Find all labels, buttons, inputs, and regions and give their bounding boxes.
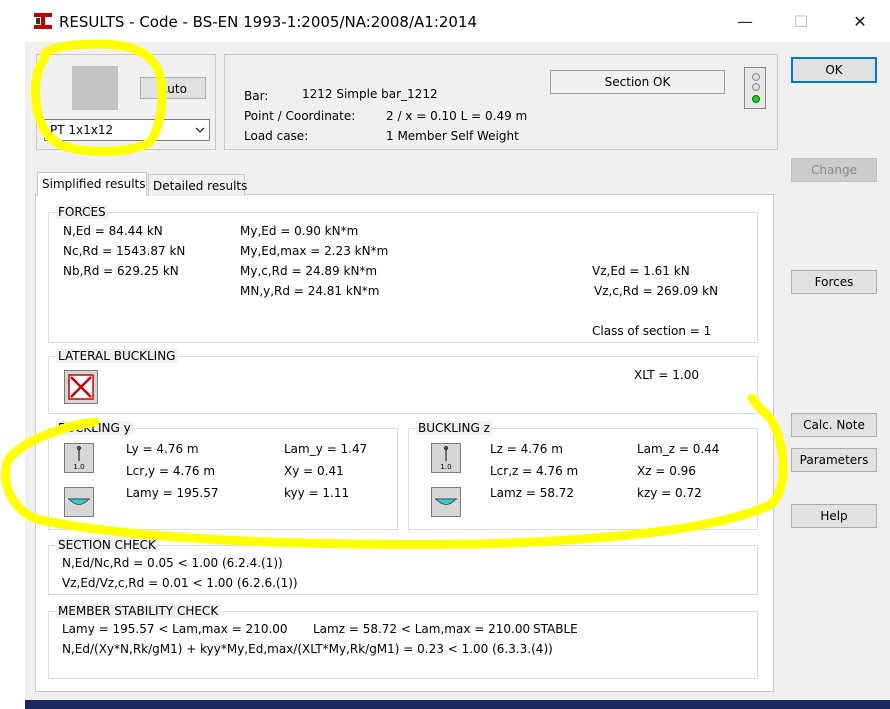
vz-ed: Vz,Ed = 1.61 kN	[592, 264, 690, 278]
section-check-title: SECTION CHECK	[56, 538, 158, 552]
taskbar-edge	[25, 700, 890, 709]
ok-button[interactable]: OK	[791, 57, 877, 83]
point-value: 2 / x = 0.10 L = 0.49 m	[386, 109, 528, 123]
nb-rd: Nb,Rd = 629.25 kN	[63, 264, 179, 278]
section-select-value: PT 1x1x12	[50, 123, 114, 137]
desktop-left-edge	[0, 0, 25, 709]
maximize-button[interactable]: ☐	[786, 10, 816, 34]
load-case-value: 1 Member Self Weight	[386, 129, 519, 143]
stability-check-title: MEMBER STABILITY CHECK	[56, 604, 221, 618]
forces-button[interactable]: Forces	[791, 270, 877, 294]
section-status: Section OK	[550, 70, 725, 94]
tab-detailed-results[interactable]: Detailed results	[148, 174, 247, 196]
section-select[interactable]: PT 1x1x12	[44, 119, 210, 141]
kyy-value: kyy = 1.11	[284, 486, 350, 500]
app-icon	[34, 13, 52, 29]
stability-lamy: Lamy = 195.57 < Lam,max = 210.00	[62, 622, 288, 636]
chevron-down-icon	[195, 127, 205, 133]
lateral-buckling-off-icon[interactable]	[64, 370, 98, 404]
my-ed-max: My,Ed,max = 2.23 kN*m	[240, 244, 389, 258]
lcr-y-value: Lcr,y = 4.76 m	[126, 464, 216, 478]
lam-z-rel-value: Lam_z = 0.44	[637, 442, 720, 456]
window-title: RESULTS - Code - BS-EN 1993-1:2005/NA:20…	[59, 13, 478, 31]
buckling-z-title: BUCKLING z	[416, 421, 492, 435]
stability-status: STABLE	[533, 622, 578, 636]
svg-text:1.0: 1.0	[73, 463, 84, 471]
change-button[interactable]: Change	[791, 158, 877, 182]
point-label: Point / Coordinate:	[244, 109, 356, 123]
load-case-label: Load case:	[244, 129, 309, 143]
lz-value: Lz = 4.76 m	[490, 442, 563, 456]
bar-value: 1212 Simple bar_1212	[302, 87, 438, 101]
status-light-icon	[744, 67, 766, 109]
close-button[interactable]: ✕	[845, 10, 875, 34]
section-check-line-1: N,Ed/Nc,Rd = 0.05 < 1.00 (6.2.4.(1))	[62, 556, 283, 570]
xz-value: Xz = 0.96	[637, 464, 696, 478]
n-ed: N,Ed = 84.44 kN	[63, 224, 163, 238]
calc-note-button[interactable]: Calc. Note	[791, 413, 877, 437]
tab-simplified-results[interactable]: Simplified results	[37, 172, 147, 196]
nc-rd: Nc,Rd = 1543.87 kN	[63, 244, 186, 258]
my-c-rd: My,c,Rd = 24.89 kN*m	[240, 264, 378, 278]
buckling-length-z-icon[interactable]: 1.0	[431, 443, 461, 473]
auto-button[interactable]: Auto	[140, 77, 206, 99]
lamz-value: Lamz = 58.72	[490, 486, 575, 500]
stability-interaction: N,Ed/(Xy*N,Rk/gM1) + kyy*My,Ed,max/(XLT*…	[62, 642, 553, 656]
forces-title: FORCES	[56, 205, 108, 219]
svg-text:1.0: 1.0	[440, 463, 451, 471]
ly-value: Ly = 4.76 m	[126, 442, 199, 456]
lam-y-rel-value: Lam_y = 1.47	[284, 442, 368, 456]
section-class: Class of section = 1	[592, 324, 712, 338]
lateral-buckling-title: LATERAL BUCKLING	[56, 349, 178, 363]
xy-value: Xy = 0.41	[284, 464, 344, 478]
minimize-button[interactable]: —	[730, 10, 760, 34]
buckling-y-title: BUCKLING y	[56, 421, 133, 435]
section-check-line-2: Vz,Ed/Vz,c,Rd = 0.01 < 1.00 (6.2.6.(1))	[62, 576, 298, 590]
vz-c-rd: Vz,c,Rd = 269.09 kN	[594, 284, 719, 298]
parameters-button[interactable]: Parameters	[791, 448, 877, 472]
help-button[interactable]: Help	[791, 504, 877, 528]
lamy-value: Lamy = 195.57	[126, 486, 219, 500]
kzy-value: kzy = 0.72	[637, 486, 702, 500]
deformation-y-icon[interactable]	[64, 487, 94, 517]
stability-lamz: Lamz = 58.72 < Lam,max = 210.00	[313, 622, 531, 636]
mn-y-rd: MN,y,Rd = 24.81 kN*m	[240, 284, 380, 298]
bar-label: Bar:	[244, 89, 269, 103]
my-ed: My,Ed = 0.90 kN*m	[240, 224, 359, 238]
lcr-z-value: Lcr,z = 4.76 m	[490, 464, 579, 478]
lateral-buckling-group	[48, 356, 758, 414]
buckling-length-y-icon[interactable]: 1.0	[64, 443, 94, 473]
xlt-value: XLT = 1.00	[634, 368, 699, 382]
deformation-z-icon[interactable]	[431, 487, 461, 517]
section-preview	[72, 66, 118, 110]
